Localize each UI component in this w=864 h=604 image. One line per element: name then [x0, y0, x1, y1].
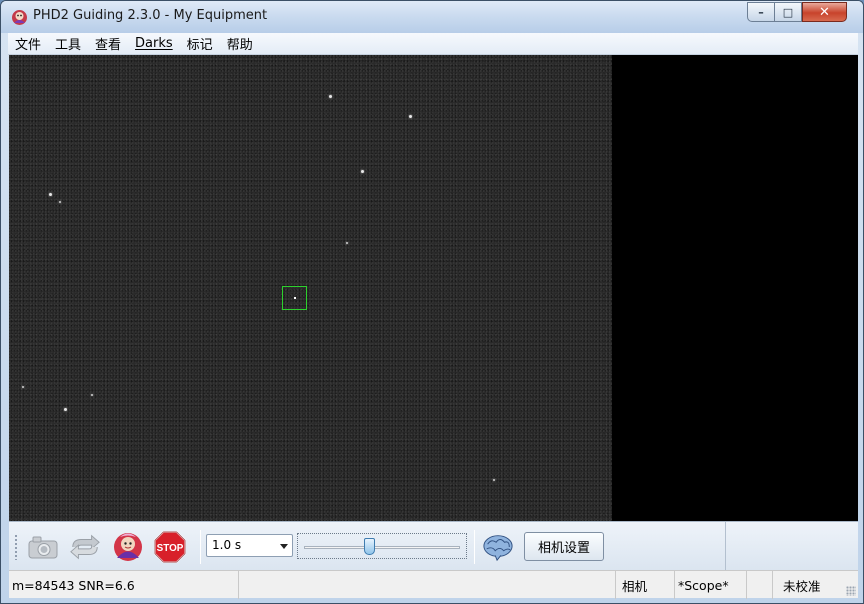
camera-settings-label: 相机设置 — [537, 541, 590, 556]
brain-icon[interactable] — [482, 532, 514, 562]
close-button[interactable]: ✕ — [802, 2, 847, 22]
image-background-area — [612, 55, 858, 521]
gamma-slider-track — [304, 546, 460, 549]
exposure-duration-value: 1.0 s — [212, 538, 242, 552]
menu-bar: 文件 工具 查看 Darks 标记 帮助 — [8, 33, 858, 55]
chevron-down-icon — [280, 544, 288, 549]
menu-help[interactable]: 帮助 — [220, 34, 260, 53]
phd2-app-icon — [11, 9, 28, 26]
star — [346, 242, 348, 244]
guide-icon[interactable] — [112, 532, 144, 562]
stop-icon[interactable]: STOP — [154, 531, 186, 563]
star — [361, 170, 364, 173]
app-window: PHD2 Guiding 2.3.0 - My Equipment – □ ✕ … — [0, 0, 864, 604]
menu-darks[interactable]: Darks — [128, 36, 180, 51]
status-camera: 相机 — [616, 571, 675, 599]
minimize-button[interactable]: – — [747, 2, 775, 22]
exposure-duration-select[interactable]: 1.0 s — [206, 534, 293, 557]
gamma-slider[interactable] — [297, 533, 467, 559]
gamma-slider-thumb[interactable] — [364, 538, 376, 555]
star — [59, 201, 61, 203]
stop-icon-label: STOP — [157, 543, 184, 554]
resize-grip[interactable] — [846, 586, 856, 596]
toolbar: STOP 1.0 s 相机设置 — [9, 521, 858, 571]
minimize-icon: – — [758, 5, 764, 19]
menu-view[interactable]: 查看 — [88, 34, 128, 53]
camera-settings-button[interactable]: 相机设置 — [524, 532, 604, 561]
star — [329, 95, 332, 98]
star — [91, 394, 93, 396]
star — [409, 115, 412, 118]
toolbar-divider — [725, 522, 726, 571]
toolbar-separator — [200, 530, 201, 564]
maximize-icon: □ — [782, 5, 794, 19]
guide-star — [294, 297, 296, 299]
status-indicator — [747, 571, 773, 599]
star — [64, 408, 67, 411]
menu-file[interactable]: 文件 — [8, 34, 48, 53]
status-star-info: m=84543 SNR=6.6 — [9, 571, 239, 599]
guide-star-selection-box[interactable] — [282, 286, 307, 310]
status-bar: m=84543 SNR=6.6 相机 *Scope* 未校准 — [9, 570, 858, 599]
maximize-button[interactable]: □ — [775, 2, 802, 22]
star — [22, 386, 24, 388]
toolbar-grip[interactable] — [14, 534, 18, 560]
title-bar[interactable]: PHD2 Guiding 2.3.0 - My Equipment – □ ✕ — [1, 1, 863, 33]
star — [493, 479, 495, 481]
menu-bookmarks[interactable]: 标记 — [180, 34, 220, 53]
close-icon: ✕ — [819, 4, 830, 20]
loop-icon[interactable] — [69, 532, 101, 562]
guide-camera-image[interactable] — [9, 55, 612, 521]
toolbar-separator — [474, 530, 475, 564]
status-message — [239, 571, 616, 599]
camera-icon[interactable] — [27, 532, 59, 562]
status-scope: *Scope* — [675, 571, 747, 599]
star — [49, 193, 52, 196]
menu-tools[interactable]: 工具 — [48, 34, 88, 53]
window-title: PHD2 Guiding 2.3.0 - My Equipment — [33, 8, 268, 23]
